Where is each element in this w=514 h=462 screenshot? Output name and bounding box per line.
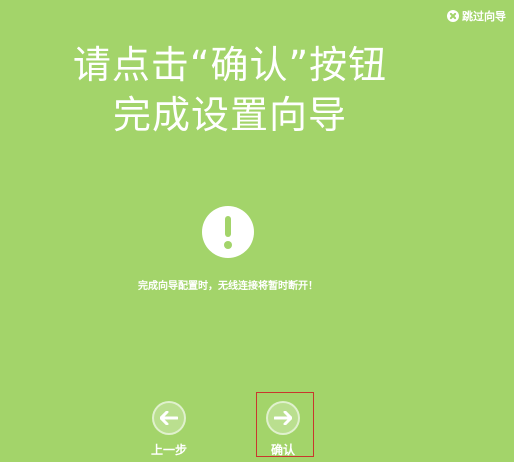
confirm-button-label: 确认 [270,443,295,457]
arrow-right-icon [266,401,300,435]
back-button-label: 上一步 [151,443,188,457]
confirm-button[interactable]: 确认 [266,401,300,458]
skip-wizard-label: 跳过向导 [462,10,506,23]
close-circle-icon [447,10,459,22]
page-title: 请点击“确认”按钮 完成设置向导 [0,40,460,140]
back-button[interactable]: 上一步 [151,401,187,458]
disconnect-warning: 完成向导配置时，无线连接将暂时断开！ [138,281,318,292]
title-line-1: 请点击“确认”按钮 [72,43,388,87]
skip-wizard-link[interactable]: 跳过向导 [447,8,506,24]
exclamation-icon [202,206,254,258]
arrow-left-icon [152,401,186,435]
title-line-2: 完成设置向导 [112,93,347,137]
